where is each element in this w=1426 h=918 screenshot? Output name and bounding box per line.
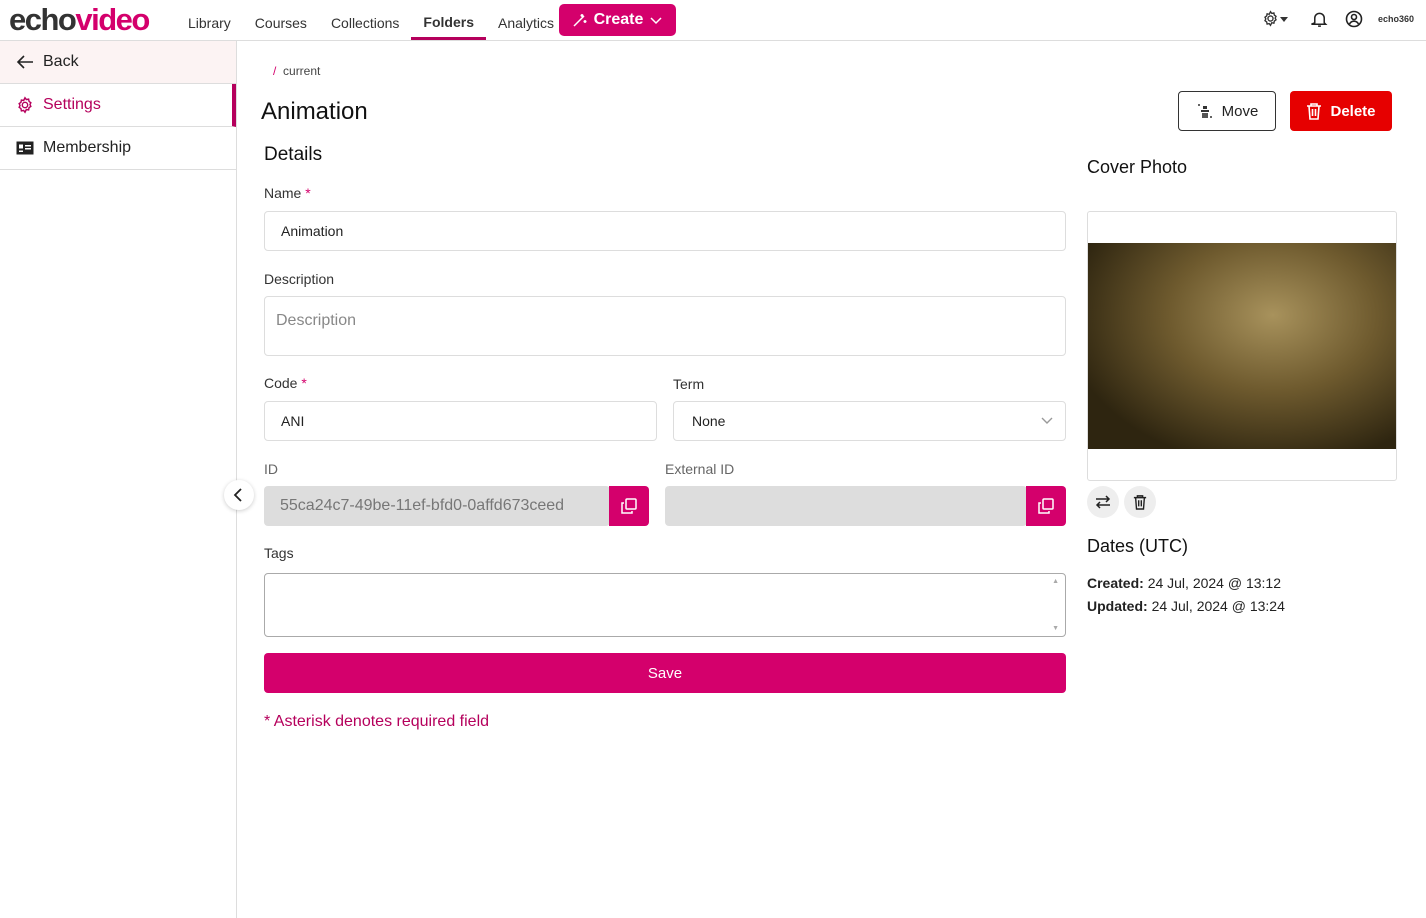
sidebar-item-settings[interactable]: Settings: [0, 84, 236, 127]
settings-menu[interactable]: [1262, 10, 1289, 27]
name-input[interactable]: Animation: [264, 211, 1066, 251]
create-button[interactable]: Create: [559, 4, 676, 36]
nav-courses[interactable]: Courses: [243, 0, 319, 40]
chevron-left-icon: [233, 488, 242, 502]
copy-icon: [1038, 498, 1054, 514]
sidebar-item-membership[interactable]: Membership: [0, 127, 236, 170]
delete-button[interactable]: Delete: [1290, 91, 1392, 131]
sidebar-item-back[interactable]: Back: [0, 41, 236, 84]
magic-wand-icon: [573, 14, 587, 27]
move-icon: [1197, 104, 1212, 118]
created-date: Created: 24 Jul, 2024 @ 13:12: [1087, 575, 1281, 591]
notifications-button[interactable]: [1311, 10, 1328, 28]
echovideo-logo[interactable]: echovideo: [9, 2, 150, 38]
nav-analytics[interactable]: Analytics: [486, 0, 566, 40]
cover-photo-frame: [1087, 211, 1397, 481]
arrow-left-icon: [16, 55, 33, 69]
id-card-icon: [16, 141, 34, 155]
external-id-input: [665, 486, 1027, 526]
required-note: * Asterisk denotes required field: [264, 713, 490, 730]
cover-photo-heading: Cover Photo: [1087, 157, 1188, 177]
swap-icon: [1095, 495, 1111, 509]
tags-input[interactable]: ▲ ▼: [264, 573, 1066, 637]
id-input: 55ca24c7-49be-11ef-bfd0-0affd673ceed: [264, 486, 610, 526]
copy-id-button[interactable]: [609, 486, 649, 526]
trash-icon: [1133, 495, 1147, 510]
user-circle-icon: [1345, 10, 1363, 28]
nav-folders[interactable]: Folders: [411, 0, 486, 40]
user-account-button[interactable]: [1345, 10, 1363, 28]
gear-icon: [18, 96, 32, 114]
description-label: Description: [264, 271, 335, 287]
chevron-down-icon: [1041, 417, 1053, 424]
remove-photo-button[interactable]: [1124, 486, 1156, 518]
move-button[interactable]: Move: [1178, 91, 1276, 131]
replace-photo-button[interactable]: [1087, 486, 1119, 518]
collapse-sidebar-button[interactable]: [224, 480, 254, 510]
tags-label: Tags: [264, 545, 294, 561]
breadcrumb-current: current: [283, 64, 321, 78]
cover-photo-image: [1088, 243, 1396, 449]
code-input[interactable]: ANI: [264, 401, 657, 441]
copy-external-id-button[interactable]: [1026, 486, 1066, 526]
echo360-logo: echo360: [1378, 14, 1415, 24]
gear-icon: [1264, 10, 1277, 27]
save-button[interactable]: Save: [264, 653, 1066, 693]
chevron-down-icon: [650, 17, 662, 25]
updated-date: Updated: 24 Jul, 2024 @ 13:24: [1087, 598, 1285, 614]
breadcrumb: / current: [273, 64, 321, 78]
copy-icon: [621, 498, 637, 514]
trash-icon: [1307, 103, 1322, 120]
bell-icon: [1311, 12, 1328, 27]
main-nav: Library Courses Collections Folders Anal…: [176, 0, 566, 40]
sidebar: Back Settings Membership: [0, 41, 237, 918]
term-select[interactable]: None: [673, 401, 1066, 441]
external-id-label: External ID: [665, 461, 735, 477]
scroll-down-icon[interactable]: ▼: [1052, 625, 1059, 632]
caret-down-icon: [1280, 16, 1288, 22]
description-textarea[interactable]: Description: [264, 296, 1066, 356]
details-heading: Details: [264, 144, 323, 165]
name-label: Name *: [264, 185, 311, 201]
id-label: ID: [264, 461, 278, 477]
code-label: Code *: [264, 375, 307, 391]
page-title: Animation: [261, 98, 368, 125]
top-bar: echovideo Library Courses Collections Fo…: [0, 0, 1426, 41]
nav-collections[interactable]: Collections: [319, 0, 411, 40]
nav-library[interactable]: Library: [176, 0, 243, 40]
term-label: Term: [673, 376, 705, 392]
scroll-up-icon[interactable]: ▲: [1052, 578, 1059, 585]
dates-heading: Dates (UTC): [1087, 536, 1189, 556]
